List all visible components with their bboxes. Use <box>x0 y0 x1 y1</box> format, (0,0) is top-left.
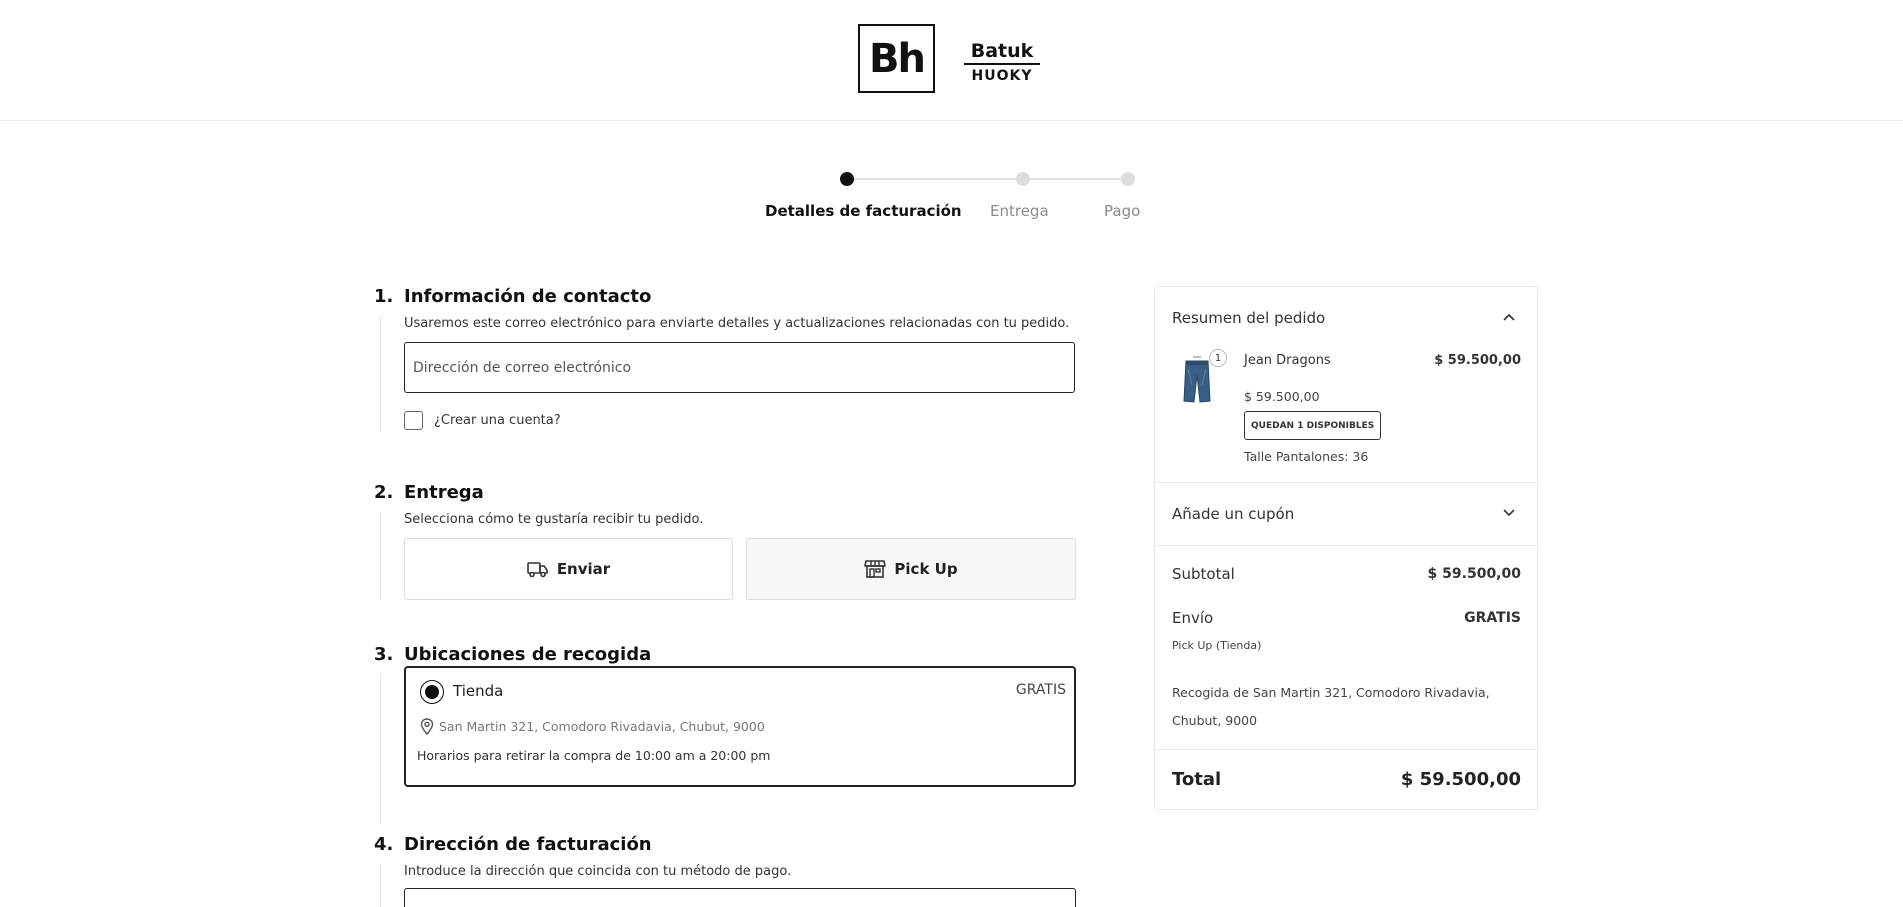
pickup-locations-section: 3. Ubicaciones de recogida Tienda GRATIS… <box>372 644 1077 824</box>
pickup-location-card[interactable]: Tienda GRATIS San Martin 321, Comodoro R… <box>404 666 1076 787</box>
email-input[interactable]: Dirección de correo electrónico <box>404 342 1075 393</box>
stepper-line <box>846 178 1022 180</box>
pickup-option-button[interactable]: Pick Up <box>746 538 1076 600</box>
billing-country-field[interactable] <box>404 888 1076 907</box>
order-summary: Resumen del pedido 1 Jean Dragons $ 59.5… <box>1154 286 1538 810</box>
bh-logo-text: Bh <box>869 35 926 82</box>
checkout-stepper: Detalles de facturación Entrega Pago <box>762 170 1152 230</box>
shipping-method: Pick Up (Tienda) <box>1172 639 1262 652</box>
ship-option-button[interactable]: Enviar <box>404 538 733 600</box>
location-price: GRATIS <box>1015 682 1066 698</box>
stepper-line <box>1022 178 1126 180</box>
section-description: Introduce la dirección que coincida con … <box>404 864 792 879</box>
total-value: $ 59.500,00 <box>1400 769 1521 790</box>
location-address: San Martin 321, Comodoro Rivadavia, Chub… <box>420 718 765 735</box>
chevron-up-icon[interactable] <box>1503 313 1515 321</box>
step-label-delivery[interactable]: Entrega <box>990 202 1049 220</box>
location-radio[interactable] <box>420 680 444 704</box>
batuk-huoky-logo[interactable]: Batuk HUOKY <box>964 40 1040 90</box>
item-line-total: $ 59.500,00 <box>1434 353 1521 368</box>
section-rule <box>380 674 381 824</box>
subtotal-value: $ 59.500,00 <box>1427 566 1521 582</box>
item-name: Jean Dragons <box>1244 353 1331 368</box>
pickup-address-summary: Recogida de San Martin 321, Comodoro Riv… <box>1172 685 1490 728</box>
stock-badge: QUEDAN 1 DISPONIBLES <box>1244 411 1382 440</box>
section-number: 1. <box>374 286 394 307</box>
logo-divider <box>964 63 1040 65</box>
step-label-billing[interactable]: Detalles de facturación <box>765 202 962 220</box>
item-size: Talle Pantalones: 36 <box>1244 449 1369 464</box>
create-account-checkbox[interactable] <box>404 411 423 430</box>
total-label: Total <box>1172 769 1222 790</box>
section-number: 2. <box>374 482 394 503</box>
chevron-down-icon[interactable] <box>1503 509 1515 517</box>
summary-heading[interactable]: Resumen del pedido <box>1172 309 1325 327</box>
contact-section: 1. Información de contacto Usaremos este… <box>372 286 1077 446</box>
jeans-product-image <box>1183 356 1211 403</box>
truck-icon <box>527 562 548 578</box>
section-title: Entrega <box>404 482 484 503</box>
location-pin-icon <box>420 718 434 735</box>
step-dot-billing <box>840 172 854 186</box>
location-address-text: San Martin 321, Comodoro Rivadavia, Chub… <box>439 719 765 734</box>
summary-divider <box>1155 749 1537 750</box>
section-rule <box>380 864 381 907</box>
section-title: Información de contacto <box>404 286 652 307</box>
section-number: 4. <box>374 834 394 855</box>
create-account-label[interactable]: ¿Crear una cuenta? <box>434 413 561 428</box>
summary-divider <box>1155 482 1537 483</box>
site-header: Bh Batuk HUOKY <box>0 0 1903 121</box>
step-label-payment[interactable]: Pago <box>1104 202 1140 220</box>
section-title: Ubicaciones de recogida <box>404 644 652 665</box>
huoky-logo-text: HUOKY <box>971 68 1033 84</box>
section-number: 3. <box>374 644 394 665</box>
section-description: Usaremos este correo electrónico para en… <box>404 316 1070 331</box>
pickup-option-label: Pick Up <box>894 560 958 578</box>
shipping-value: GRATIS <box>1464 610 1521 626</box>
bh-logo[interactable]: Bh <box>858 24 935 93</box>
summary-divider <box>1155 545 1537 546</box>
item-quantity-badge: 1 <box>1209 349 1227 367</box>
step-dot-payment <box>1121 172 1135 186</box>
store-icon <box>864 560 887 578</box>
shipping-label: Envío <box>1172 609 1214 627</box>
delivery-section: 2. Entrega Selecciona cómo te gustaría r… <box>372 482 1077 612</box>
radio-selected-dot <box>425 685 439 699</box>
section-rule <box>380 316 381 432</box>
billing-address-section: 4. Dirección de facturación Introduce la… <box>372 834 1077 907</box>
section-description: Selecciona cómo te gustaría recibir tu p… <box>404 512 704 527</box>
item-unit-price: $ 59.500,00 <box>1244 389 1320 404</box>
subtotal-label: Subtotal <box>1172 565 1235 583</box>
location-name: Tienda <box>453 682 504 700</box>
create-account-row[interactable]: ¿Crear una cuenta? <box>404 411 561 430</box>
ship-option-label: Enviar <box>556 560 611 578</box>
section-rule <box>380 512 381 600</box>
location-hours: Horarios para retirar la compra de 10:00… <box>417 748 771 763</box>
step-dot-delivery <box>1016 172 1030 186</box>
coupon-toggle[interactable]: Añade un cupón <box>1172 505 1294 523</box>
section-title: Dirección de facturación <box>404 834 652 855</box>
batuk-logo-text: Batuk <box>970 40 1034 62</box>
